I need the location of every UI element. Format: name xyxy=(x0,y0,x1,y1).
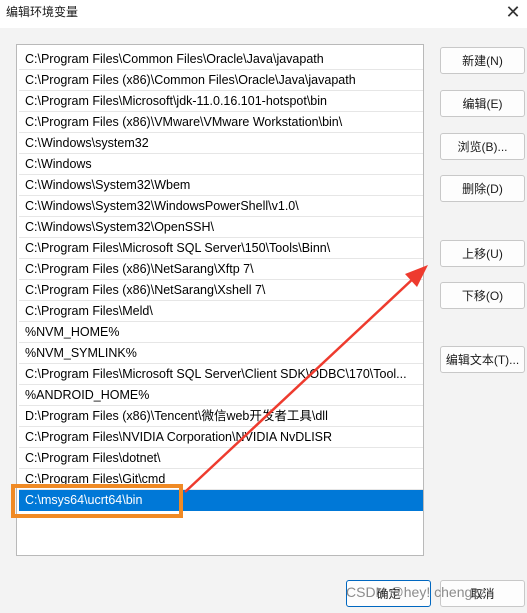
move-down-button[interactable]: 下移(O) xyxy=(440,282,525,309)
list-item[interactable]: C:\Program Files\Microsoft\jdk-11.0.16.1… xyxy=(19,91,423,112)
edit-env-variable-dialog: 编辑环境变量 ✕ C:\Program Files\Common Files\O… xyxy=(0,0,527,613)
list-item[interactable]: %ANDROID_HOME% xyxy=(19,385,423,406)
delete-button[interactable]: 删除(D) xyxy=(440,175,525,202)
window-title: 编辑环境变量 xyxy=(6,5,79,19)
list-item[interactable]: C:\Program Files\Git\cmd xyxy=(19,469,423,490)
list-item[interactable]: C:\Program Files\Common Files\Oracle\Jav… xyxy=(19,49,423,70)
list-item[interactable]: C:\Program Files (x86)\NetSarang\Xftp 7\ xyxy=(19,259,423,280)
browse-button[interactable]: 浏览(B)... xyxy=(440,133,525,160)
list-item[interactable]: C:\Windows\System32\WindowsPowerShell\v1… xyxy=(19,196,423,217)
list-item[interactable]: C:\Program Files (x86)\NetSarang\Xshell … xyxy=(19,280,423,301)
list-item[interactable]: C:\Program Files\Meld\ xyxy=(19,301,423,322)
edit-text-button[interactable]: 编辑文本(T)... xyxy=(440,346,525,373)
list-item[interactable]: %NVM_HOME% xyxy=(19,322,423,343)
list-item[interactable]: C:\Windows\System32\OpenSSH\ xyxy=(19,217,423,238)
list-item[interactable]: C:\Program Files\NVIDIA Corporation\NVID… xyxy=(19,427,423,448)
list-item[interactable]: C:\Program Files\Microsoft SQL Server\Cl… xyxy=(19,364,423,385)
path-list[interactable]: C:\Program Files\Common Files\Oracle\Jav… xyxy=(16,44,424,556)
list-item[interactable]: %NVM_SYMLINK% xyxy=(19,343,423,364)
new-button[interactable]: 新建(N) xyxy=(440,47,525,74)
list-item[interactable]: D:\Program Files (x86)\Tencent\微信web开发者工… xyxy=(19,406,423,427)
list-item[interactable]: C:\Windows\system32 xyxy=(19,133,423,154)
ok-button[interactable]: 确定 xyxy=(346,580,431,607)
list-item-selected[interactable]: C:\msys64\ucrt64\bin xyxy=(19,490,423,511)
list-item[interactable]: C:\Program Files\Microsoft SQL Server\15… xyxy=(19,238,423,259)
list-item[interactable]: C:\Program Files (x86)\Common Files\Orac… xyxy=(19,70,423,91)
edit-button[interactable]: 编辑(E) xyxy=(440,90,525,117)
list-item[interactable]: C:\Program Files\dotnet\ xyxy=(19,448,423,469)
move-up-button[interactable]: 上移(U) xyxy=(440,240,525,267)
list-item[interactable]: C:\Windows xyxy=(19,154,423,175)
list-item[interactable]: C:\Windows\System32\Wbem xyxy=(19,175,423,196)
title-bar: 编辑环境变量 ✕ xyxy=(0,0,527,28)
cancel-button[interactable]: 取消 xyxy=(440,580,525,607)
list-item[interactable]: C:\Program Files (x86)\VMware\VMware Wor… xyxy=(19,112,423,133)
close-icon[interactable]: ✕ xyxy=(501,0,525,24)
